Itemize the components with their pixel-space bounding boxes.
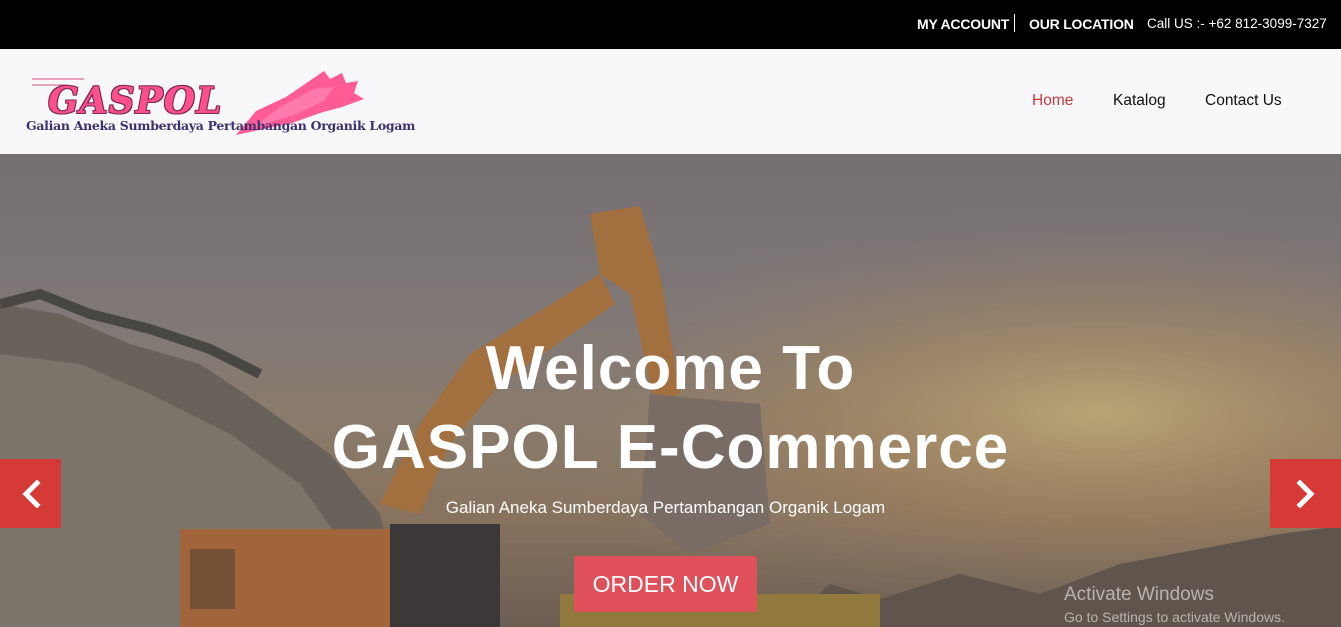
hero-subtitle: Galian Aneka Sumberdaya Pertambangan Org… bbox=[445, 498, 886, 517]
nav-contact-us[interactable]: Contact Us bbox=[1205, 92, 1282, 110]
our-location-link[interactable]: OUR LOCATION bbox=[1029, 16, 1134, 32]
nav-home[interactable]: Home bbox=[1032, 92, 1073, 110]
topbar-divider bbox=[1014, 14, 1015, 32]
site-header: GASPOL Galian Aneka Sumberdaya Pertamban… bbox=[0, 49, 1341, 154]
hero-title-line-1: Welcome To bbox=[485, 334, 856, 403]
logo-tagline: Galian Aneka Sumberdaya Pertambangan Org… bbox=[26, 118, 416, 133]
activate-windows-watermark-title: Activate Windows bbox=[1064, 584, 1214, 605]
chevron-left-icon bbox=[21, 479, 41, 508]
slider-prev-button[interactable] bbox=[0, 459, 61, 528]
hero-title-line-2: GASPOL E-Commerce bbox=[331, 413, 1010, 482]
order-now-button[interactable]: ORDER NOW bbox=[574, 556, 757, 612]
call-us-text: Call US :- +62 812-3099-7327 bbox=[1147, 16, 1327, 31]
top-bar: MY ACCOUNT OUR LOCATION Call US :- +62 8… bbox=[0, 0, 1341, 49]
nav-katalog[interactable]: Katalog bbox=[1113, 92, 1166, 110]
activate-windows-watermark-text: Go to Settings to activate Windows. bbox=[1064, 609, 1285, 625]
site-logo[interactable]: GASPOL Galian Aneka Sumberdaya Pertamban… bbox=[24, 67, 415, 139]
slider-next-button[interactable] bbox=[1270, 459, 1341, 528]
my-account-link[interactable]: MY ACCOUNT bbox=[917, 16, 1009, 32]
chevron-right-icon bbox=[1295, 479, 1315, 508]
hero-slider: Welcome To GASPOL E-Commerce Galian Anek… bbox=[0, 154, 1341, 627]
logo-wordmark: GASPOL bbox=[48, 80, 223, 122]
